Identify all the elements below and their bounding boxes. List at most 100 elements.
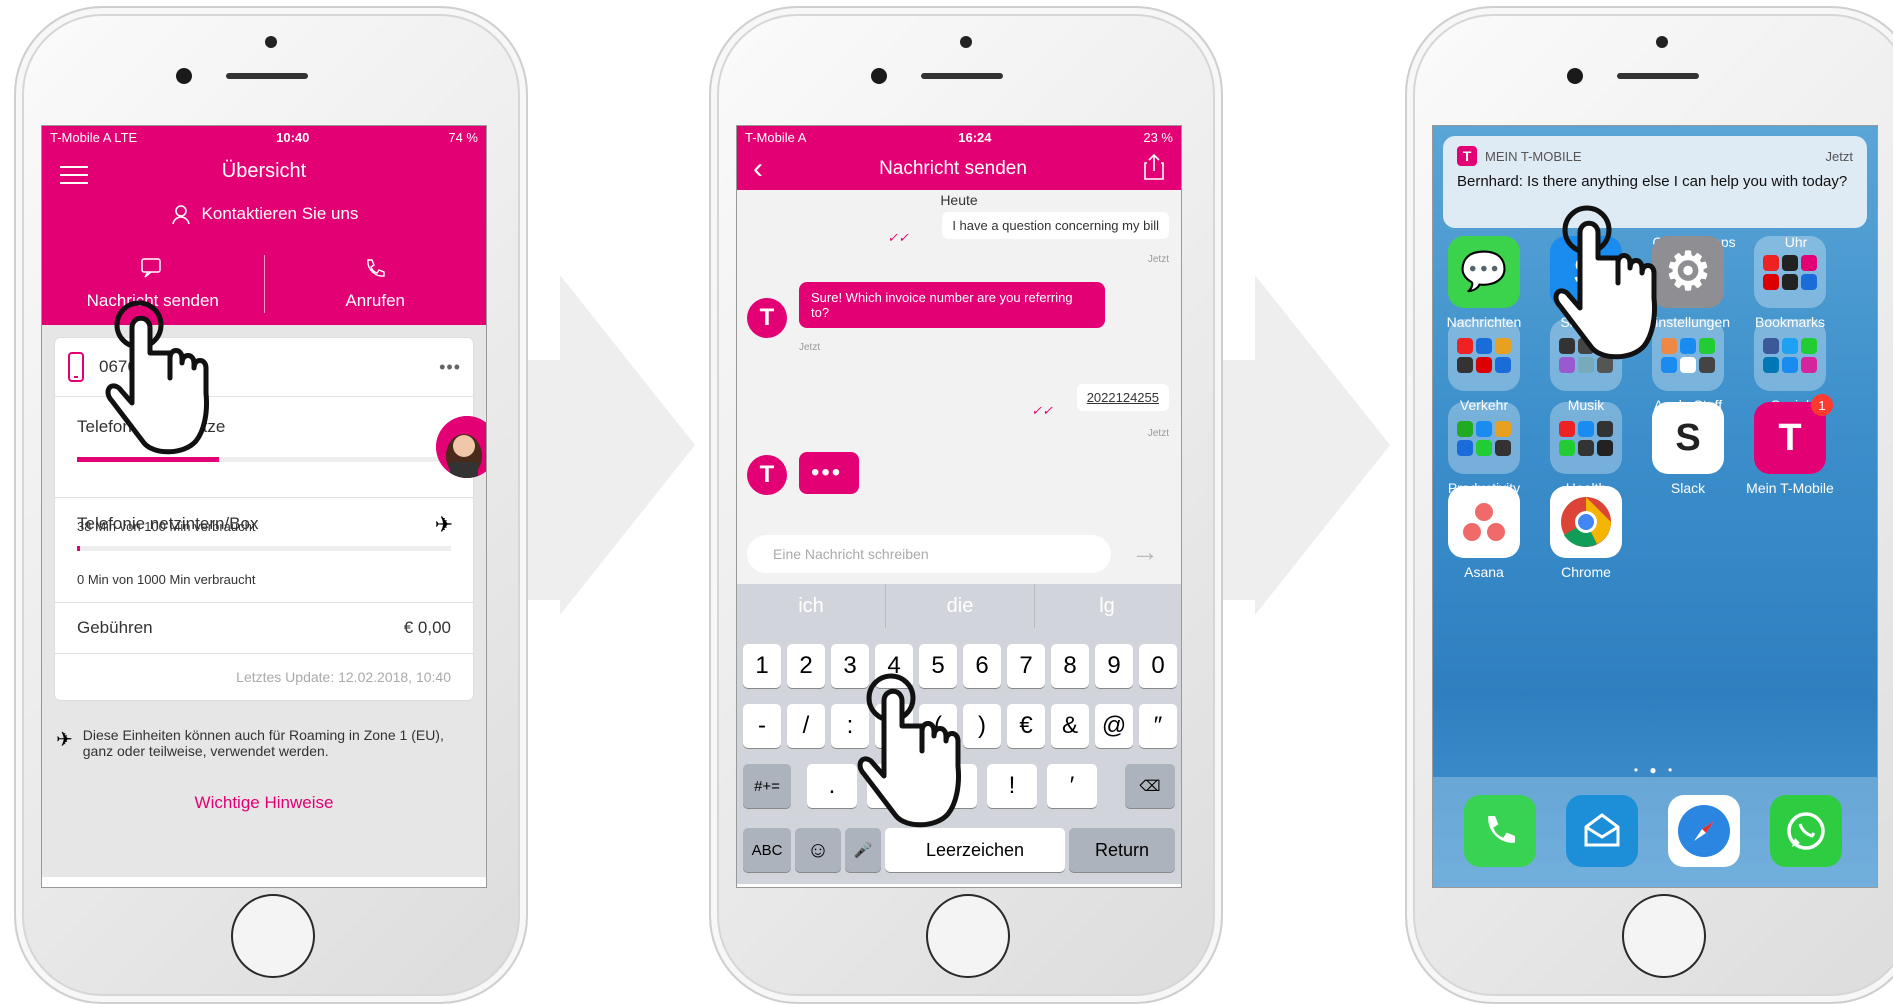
symbol-key[interactable]: ( (919, 704, 957, 748)
app-shazam[interactable]: S Shazam (1541, 236, 1631, 330)
dock-mail[interactable] (1557, 795, 1647, 867)
space-key[interactable]: Leerzeichen (885, 828, 1065, 872)
app-label: Chrome (1561, 564, 1611, 580)
number-key[interactable]: 0 (1139, 644, 1177, 688)
return-key[interactable]: Return (1069, 828, 1175, 872)
microphone-icon[interactable]: 🎤 (845, 828, 881, 872)
number-key[interactable]: 4 (875, 644, 913, 688)
symbol-key[interactable]: - (743, 704, 781, 748)
dock-phone[interactable] (1455, 795, 1545, 867)
suggestion[interactable]: die (885, 584, 1035, 628)
phone-3: T MEIN T-MOBILE Jetzt Bernhard: Is there… (1405, 6, 1893, 1004)
app-label: Asana (1464, 564, 1504, 580)
fees-value: € 0,00 (403, 618, 451, 637)
symbol-key[interactable]: & (1051, 704, 1089, 748)
number-key[interactable]: 8 (1051, 644, 1089, 688)
number-key[interactable]: 1 (743, 644, 781, 688)
date-separator: Heute (940, 192, 978, 208)
app-apple-stuff[interactable]: Apple Stuff (1643, 319, 1733, 413)
fees-row: Gebühren € 0,00 (55, 603, 473, 654)
symbol-key[interactable]: / (787, 704, 825, 748)
push-notification[interactable]: T MEIN T-MOBILE Jetzt Bernhard: Is there… (1443, 136, 1867, 228)
earpiece (1617, 73, 1699, 79)
number-key[interactable]: 9 (1095, 644, 1133, 688)
suggestion[interactable]: lg (1033, 584, 1181, 628)
battery-level: 23 % (1143, 129, 1173, 145)
app-musik[interactable]: Musik (1541, 319, 1631, 413)
symbol-key[interactable]: : (831, 704, 869, 748)
usage-bar (77, 546, 451, 551)
message-user: I have a question concerning my bill (942, 212, 1169, 239)
call-button[interactable]: Anrufen (265, 243, 487, 325)
message-bot: Sure! Which invoice number are you refer… (799, 282, 1105, 328)
app-nachrichten[interactable]: 💬 Nachrichten (1439, 236, 1529, 330)
app-slack[interactable]: S Slack (1643, 402, 1733, 496)
chrome-icon (1550, 486, 1622, 558)
suggestion[interactable]: ich (737, 584, 885, 628)
home-button[interactable] (1622, 894, 1706, 978)
number-key[interactable]: 3 (831, 644, 869, 688)
traffic-folder (1448, 319, 1520, 391)
symbol-key[interactable]: ; (875, 704, 913, 748)
phone-icon (1464, 795, 1536, 867)
punctuation-key[interactable]: , (867, 764, 917, 808)
bookmarks-folder (1754, 236, 1826, 308)
app-einstellungen[interactable]: ⚙ Einstellungen (1643, 236, 1733, 330)
telekom-logo-icon: T (747, 455, 787, 495)
home-button[interactable] (231, 894, 315, 978)
backspace-key[interactable]: ⌫ (1125, 764, 1175, 808)
menu-icon[interactable] (60, 166, 88, 184)
number-key[interactable]: 7 (1007, 644, 1045, 688)
clock: 10:40 (276, 129, 310, 145)
app-productivity[interactable]: Productivity (1439, 402, 1529, 496)
send-message-button[interactable]: Nachricht senden (42, 243, 264, 325)
symbol-key[interactable]: ″ (1139, 704, 1177, 748)
earpiece (921, 73, 1003, 79)
notification-app: MEIN T-MOBILE (1485, 148, 1582, 164)
punctuation-key[interactable]: ? (927, 764, 977, 808)
phone-number-row[interactable]: 0676 9259823 ••• (55, 338, 473, 397)
app-bookmarks[interactable]: Bookmarks (1745, 236, 1835, 330)
mail-icon (1566, 795, 1638, 867)
support-agent-icon (170, 203, 192, 225)
abc-key[interactable]: ABC (743, 828, 791, 872)
punctuation-key[interactable]: ′ (1047, 764, 1097, 808)
dock-safari[interactable] (1659, 795, 1749, 867)
double-check-icon: ✓✓ (887, 230, 909, 245)
punctuation-key[interactable]: ! (987, 764, 1037, 808)
more-options-icon[interactable]: ••• (439, 357, 461, 378)
page-title: Nachricht senden (879, 158, 1027, 179)
send-arrow-icon[interactable]: → (1131, 536, 1159, 568)
page-title: Übersicht (221, 160, 307, 182)
app-label: Slack (1670, 480, 1706, 496)
home-button[interactable] (926, 894, 1010, 978)
share-icon[interactable] (1143, 153, 1165, 186)
front-camera (871, 68, 887, 84)
app-health[interactable]: Health (1541, 402, 1631, 496)
emoji-key[interactable]: ☺ (795, 828, 841, 872)
carrier-label: T-Mobile A LTE (50, 129, 138, 145)
phone-2: T-Mobile A 16:24 23 % ‹ Nachricht senden… (709, 6, 1223, 1004)
symbol-key[interactable]: € (1007, 704, 1045, 748)
double-check-icon: ✓✓ (1031, 403, 1053, 418)
front-camera (1567, 68, 1583, 84)
number-key[interactable]: 6 (963, 644, 1001, 688)
number-key[interactable]: 2 (787, 644, 825, 688)
contact-us-link[interactable]: Kontaktieren Sie uns (42, 199, 486, 243)
number-key[interactable]: 5 (919, 644, 957, 688)
phone-number: 0676 9259823 (99, 357, 208, 376)
dock-whatsapp[interactable] (1761, 795, 1851, 867)
back-chevron-icon[interactable]: ‹ (753, 154, 763, 184)
messages-icon: 💬 (1448, 236, 1520, 308)
app-asana[interactable]: Asana (1439, 486, 1529, 580)
important-notes-link[interactable]: Wichtige Hinweise (54, 793, 474, 813)
punctuation-key[interactable]: . (807, 764, 857, 808)
message-input[interactable]: Eine Nachricht schreiben (747, 535, 1111, 573)
app-verkehr[interactable]: Verkehr (1439, 319, 1529, 413)
app-mein-t-mobile[interactable]: T 1 Mein T-Mobile (1745, 394, 1835, 496)
plan-name: Telefonie alle Netze (77, 417, 226, 436)
symbols-key[interactable]: #+= (743, 764, 791, 808)
symbol-key[interactable]: ) (963, 704, 1001, 748)
app-chrome[interactable]: Chrome (1541, 486, 1631, 580)
symbol-key[interactable]: @ (1095, 704, 1133, 748)
